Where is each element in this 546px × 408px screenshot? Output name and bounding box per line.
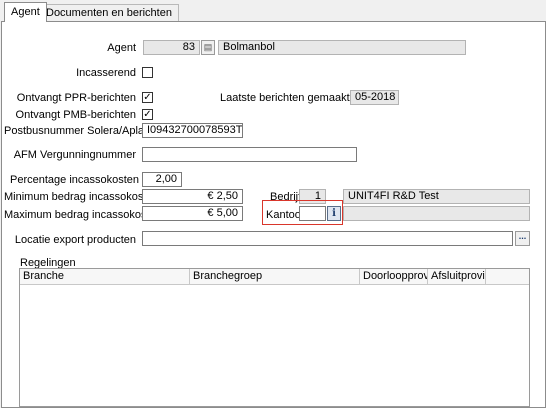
ppr-checkbox[interactable]: ✓: [142, 92, 153, 103]
incasserend-checkbox[interactable]: [142, 67, 153, 78]
tab-agent[interactable]: Agent: [4, 2, 47, 22]
info-icon: i: [332, 208, 336, 219]
agent-label: Agent: [107, 42, 136, 54]
afm-field[interactable]: [142, 147, 357, 162]
minimum-field[interactable]: € 2,50: [142, 189, 243, 204]
regelingen-table[interactable]: Branche Branchegroep Doorloopprovisie Af…: [19, 268, 530, 407]
list-icon: ▤: [203, 42, 213, 52]
laatste-berichten-field: 05-2018: [350, 90, 399, 105]
check-icon: ✓: [143, 109, 152, 120]
column-header-doorloopprovisie[interactable]: Doorloopprovisie: [360, 269, 428, 285]
percentage-field[interactable]: 2,00: [142, 172, 182, 187]
maximum-label: Maximum bedrag incassokosten: [4, 209, 162, 221]
tab-documenten-en-berichten[interactable]: Documenten en berichten: [39, 4, 179, 21]
postbus-field[interactable]: I09432700078593T: [142, 123, 243, 138]
maximum-field[interactable]: € 5,00: [142, 206, 243, 221]
pmb-checkbox[interactable]: ✓: [142, 109, 153, 120]
agent-lookup-button[interactable]: ▤: [201, 40, 215, 55]
percentage-label: Percentage incassokosten: [10, 174, 140, 186]
column-header-branchegroep[interactable]: Branchegroep: [190, 269, 360, 285]
postbus-label: Postbusnummer Solera/Aplaza: [4, 125, 156, 137]
kantoor-name-field: [343, 206, 530, 221]
pmb-label: Ontvangt PMB-berichten: [15, 109, 136, 121]
bedrijf-name-field: UNIT4FI R&D Test: [343, 189, 530, 204]
agent-name-field: Bolmanbol: [218, 40, 466, 55]
agent-code-field: 83: [143, 40, 200, 55]
locatie-field[interactable]: [142, 231, 513, 246]
column-header-branche[interactable]: Branche: [20, 269, 190, 285]
locatie-browse-button[interactable]: ...: [515, 231, 530, 246]
locatie-label: Locatie export producten: [14, 234, 136, 246]
kantoor-info-button[interactable]: i: [327, 206, 341, 221]
laatste-berichten-label: Laatste berichten gemaakt op: [220, 92, 365, 104]
tab-strip: Agent Documenten en berichten: [0, 0, 546, 22]
minimum-label: Minimum bedrag incassokosten: [4, 191, 159, 203]
afm-label: AFM Vergunningnummer: [13, 149, 136, 161]
ppr-label: Ontvangt PPR-berichten: [16, 92, 136, 104]
kantoor-code-field[interactable]: [299, 206, 326, 221]
regelingen-table-header: Branche Branchegroep Doorloopprovisie Af…: [20, 269, 529, 285]
incasserend-label: Incasserend: [76, 67, 136, 79]
check-icon: ✓: [143, 92, 152, 103]
column-header-afsluitprovisie[interactable]: Afsluitprovisie: [428, 269, 486, 285]
